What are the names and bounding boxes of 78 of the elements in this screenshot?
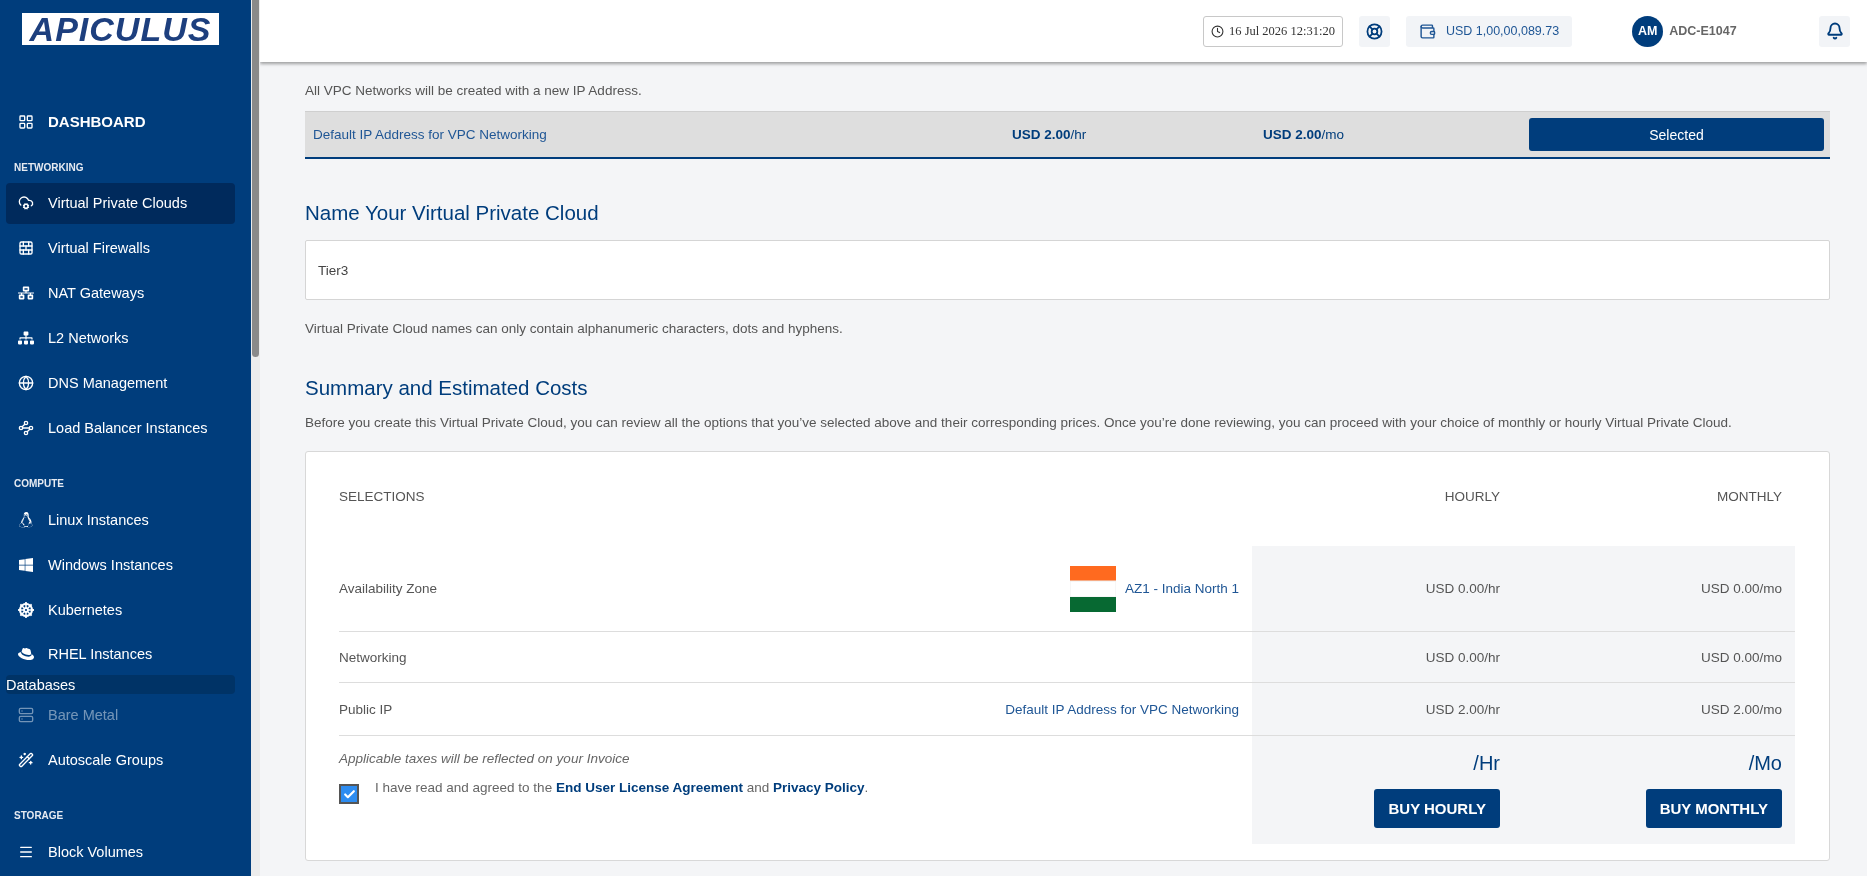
wallet-icon	[1418, 22, 1436, 40]
sidebar-item[interactable]: Databases	[6, 674, 235, 695]
flag-icon	[1069, 565, 1116, 612]
sidebar-item[interactable]: Linux Instances	[6, 499, 235, 541]
dashboard-link[interactable]: DASHBOARD	[0, 107, 251, 136]
bell-icon	[1825, 22, 1844, 40]
name-hint: Virtual Private Cloud names can only contain alphanumeric characters, dots and hyphens.	[305, 321, 844, 336]
sidebar-item[interactable]: Kubernetes	[6, 589, 235, 630]
privacy-link[interactable]: Privacy Policy	[773, 780, 865, 795]
section-title: Name Your Virtual Private Cloud	[305, 201, 600, 225]
account-name: ADC-E1047	[1669, 24, 1737, 38]
monthly-cost: USD 2.00/mo	[1700, 701, 1782, 717]
hourly-price: USD 2.00/hr	[1012, 127, 1088, 142]
column-header: HOURLY	[1444, 489, 1500, 504]
sidebar-item[interactable]: Virtual Private Clouds	[6, 183, 235, 224]
license-link[interactable]: End User License Agreement	[555, 780, 743, 795]
selection-value: AZ1 - India North 1	[1124, 581, 1239, 596]
section-title: Summary and Estimated Costs	[305, 376, 589, 400]
penguin-icon	[18, 511, 34, 528]
hourly-cost: USD 0.00/hr	[1425, 649, 1500, 665]
server-icon	[18, 706, 34, 723]
sidebar-item[interactable]: Autoscale Groups	[6, 739, 235, 781]
wheel-icon	[18, 601, 34, 618]
section-label: STORAGE	[13, 810, 65, 822]
sidebar-item[interactable]: Load Balancer Instances	[6, 407, 235, 449]
windows-icon	[18, 556, 34, 573]
sidebar-item[interactable]: RHEL Instances	[6, 634, 235, 675]
notifications-button[interactable]	[1819, 15, 1850, 47]
lifebuoy-icon	[1365, 22, 1383, 40]
datetime-display: 16 Jul 2026 12:31:20	[1203, 15, 1343, 47]
section-label: NETWORKING	[13, 162, 85, 173]
agreement-checkbox[interactable]	[339, 784, 359, 804]
hourly-cost: USD 0.00/hr	[1425, 581, 1500, 596]
ip-option-row[interactable]: Default IP Address for VPC Networking USD 2.00/hr USD 2.00/mo Selected	[305, 111, 1830, 159]
sidebar-item[interactable]: DNS Management	[6, 362, 235, 404]
column-header: MONTHLY	[1717, 489, 1782, 504]
monthly-cost: USD 0.00/mo	[1700, 649, 1782, 665]
hat-icon	[18, 646, 34, 663]
name-input-field[interactable]: Tier3	[305, 240, 1830, 300]
ip-option-name: Default IP Address for VPC Networking	[313, 127, 548, 142]
network-icon	[18, 285, 34, 302]
selection-value: Default IP Address for VPC Networking	[1005, 701, 1239, 717]
cloud-icon	[18, 195, 34, 212]
hourly-total: /Hr	[1473, 752, 1500, 775]
wand-icon	[18, 751, 34, 768]
sidebar-item[interactable]: NAT Gateways	[6, 272, 235, 314]
selected-button[interactable]: Selected	[1529, 118, 1824, 151]
selection-label: Networking	[339, 649, 407, 665]
globe-icon	[18, 375, 34, 391]
monthly-total: /Mo	[1748, 752, 1782, 775]
column-header: SELECTIONS	[339, 489, 425, 504]
tax-note: Applicable taxes will be reflected on your Invoice	[339, 751, 631, 766]
monthly-price: USD 2.00/mo	[1263, 127, 1346, 142]
agreement-text: I have read and agreed to the End User License Agreement and Privacy Policy.	[375, 780, 869, 795]
buy-monthly-button[interactable]: BUY MONTHLY	[1645, 789, 1782, 828]
wall-icon	[18, 240, 34, 257]
ip-description: All VPC Networks will be created with a new IP Address.	[305, 83, 643, 98]
logo[interactable]: APICULUS	[22, 13, 219, 45]
hourly-cost: USD 2.00/hr	[1425, 701, 1500, 717]
avatar[interactable]: AM	[1632, 15, 1664, 47]
clock-icon	[1211, 24, 1224, 38]
buy-hourly-button[interactable]: BUY HOURLY	[1374, 789, 1500, 828]
network-icon	[18, 419, 34, 436]
sidebar-item[interactable]: Windows Instances	[6, 544, 235, 586]
monthly-cost: USD 0.00/mo	[1700, 581, 1782, 596]
section-label: COMPUTE	[13, 478, 65, 490]
sidebar-item[interactable]: L2 Networks	[6, 317, 235, 359]
hierarchy-icon	[18, 330, 34, 347]
scrollbar-thumb[interactable]	[252, 0, 259, 357]
selection-label: Availability Zone	[339, 581, 438, 596]
support-button[interactable]	[1358, 15, 1390, 47]
check-icon	[342, 787, 356, 801]
balance-button[interactable]: USD 1,00,00,089.73	[1405, 15, 1573, 47]
summary-description: Before you create this Virtual Private Cloud, you can review all the options that you’ve selected above and their corresponding prices. Once you’re done reviewing, you can proceed with your choice of monthly or hourly Virtual Private Cloud.	[305, 415, 1733, 430]
grid-icon	[18, 113, 34, 130]
sidebar-item[interactable]: Block Volumes	[6, 831, 235, 873]
sidebar-item[interactable]: Virtual Firewalls	[6, 227, 235, 269]
selection-label: Public IP	[339, 701, 393, 717]
